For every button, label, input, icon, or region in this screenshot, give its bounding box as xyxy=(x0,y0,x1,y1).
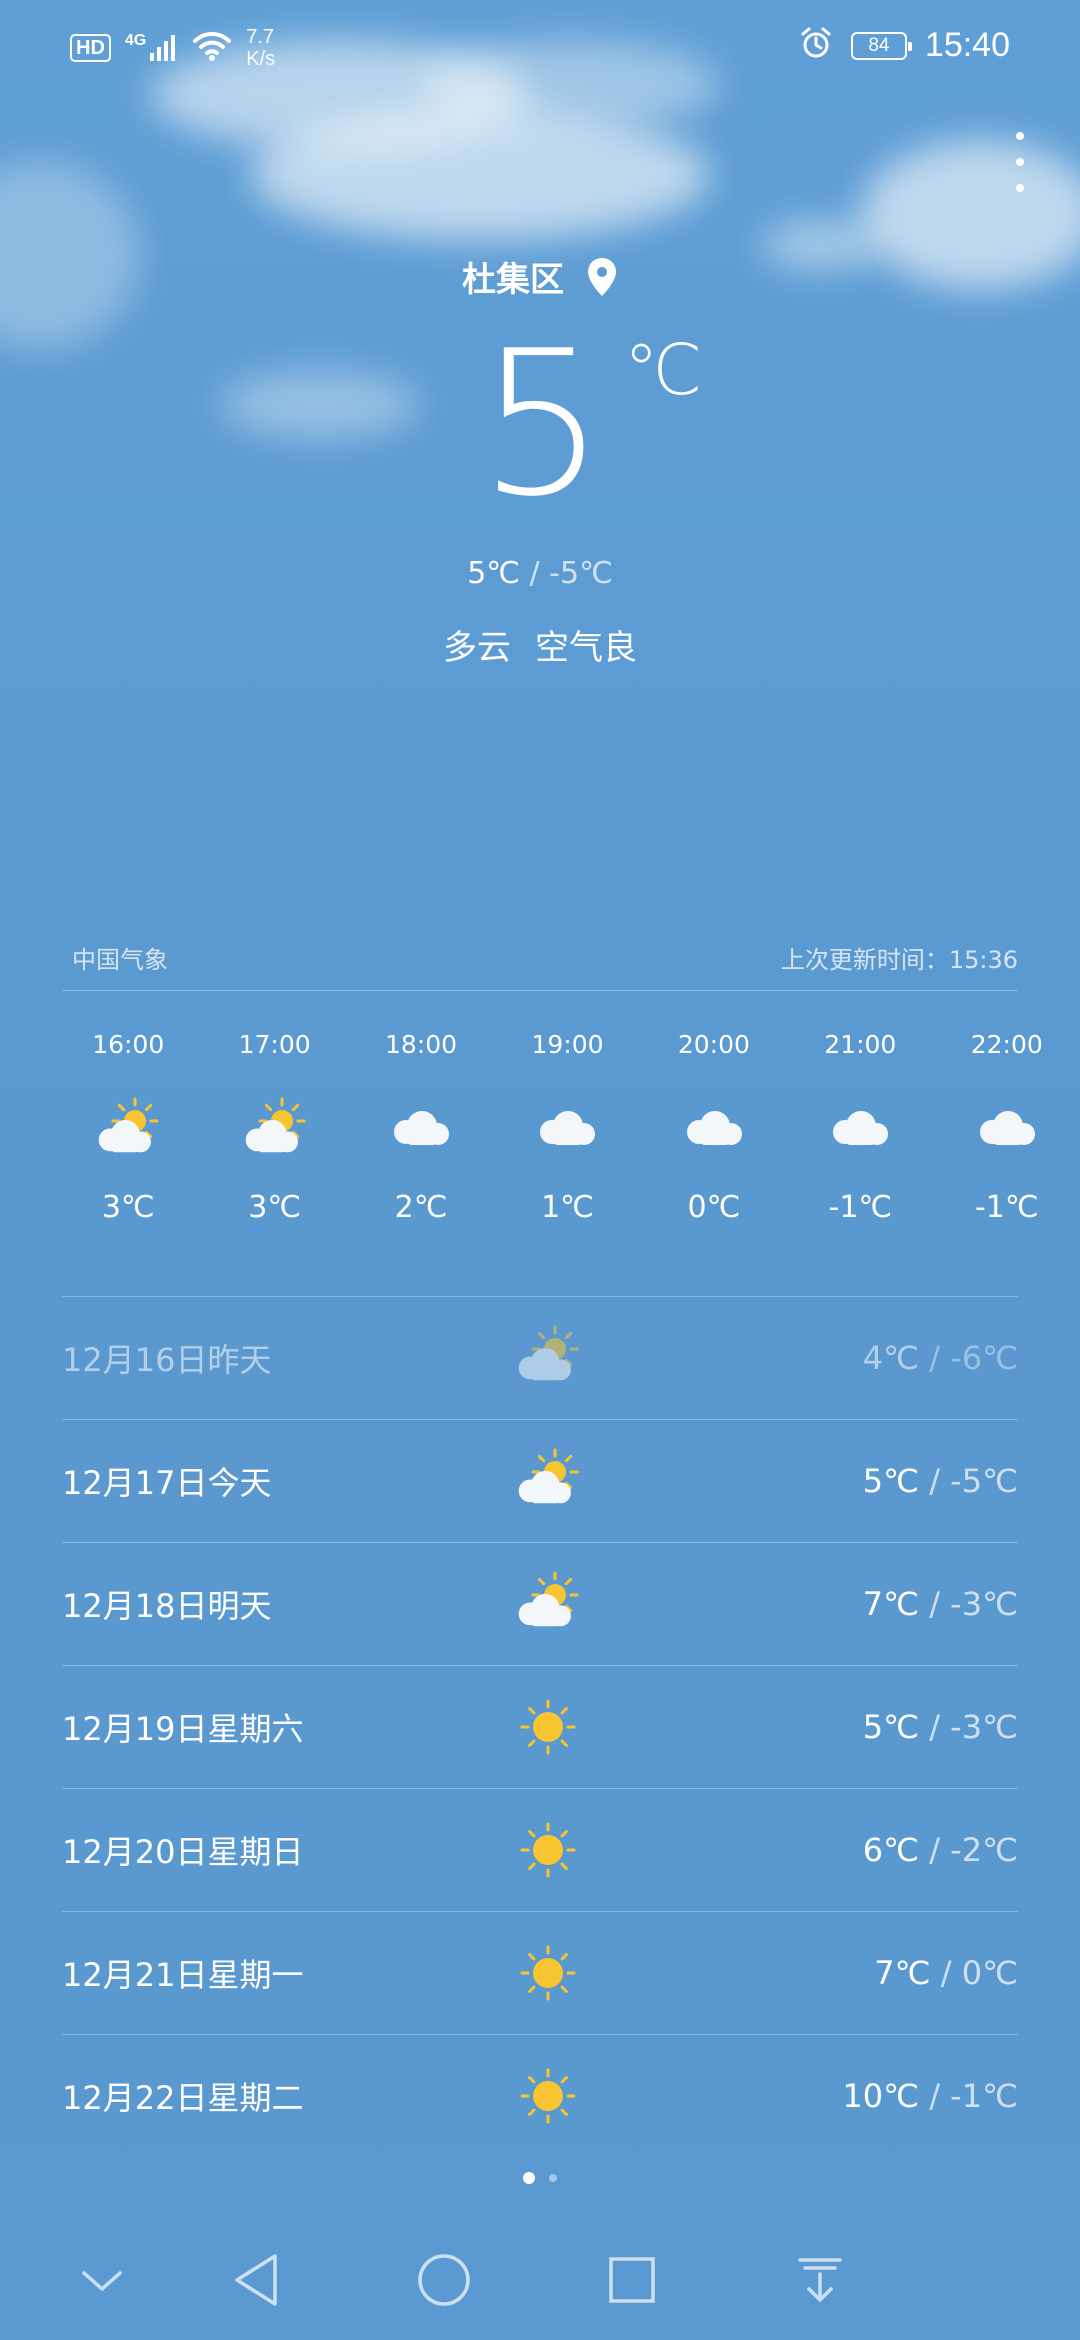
cloud-icon xyxy=(825,1070,895,1190)
sun-icon xyxy=(488,1938,608,2008)
page-dot-active xyxy=(523,2172,535,2184)
day-temp-range: 7℃ / 0℃ xyxy=(874,1953,1018,1992)
day-temp-range: 10℃ / -1℃ xyxy=(842,2076,1018,2115)
partly-cloudy-icon xyxy=(488,1569,608,1639)
hour-temp: 3℃ xyxy=(248,1190,302,1225)
hour-temp: 0℃ xyxy=(687,1190,741,1225)
day-date: 12月22日星期二 xyxy=(62,2078,304,2117)
sun-icon xyxy=(488,2061,608,2131)
current-condition: 多云 空气良 xyxy=(0,620,1080,669)
data-source: 中国气象 xyxy=(72,946,168,974)
hour-item: 21:00 -1℃ xyxy=(787,1030,933,1225)
partly-cloudy-icon xyxy=(488,1323,608,1393)
partly-cloudy-icon xyxy=(488,1446,608,1516)
page-dot xyxy=(549,2174,557,2182)
page-indicator xyxy=(0,2172,1080,2184)
status-time: 15:40 xyxy=(924,26,1010,64)
back-icon[interactable] xyxy=(216,2240,296,2320)
network-speed: 7.7 K/s xyxy=(246,26,276,70)
hour-item: 22:00 -1℃ xyxy=(934,1030,1080,1225)
partly-cloudy-icon xyxy=(240,1070,310,1190)
home-icon[interactable] xyxy=(404,2240,484,2320)
hour-temp: -1℃ xyxy=(974,1190,1039,1225)
day-temp-range: 6℃ / -2℃ xyxy=(862,1830,1018,1869)
air-quality[interactable]: 空气良 xyxy=(535,628,637,668)
battery-indicator: 84 xyxy=(850,31,912,60)
hourly-forecast[interactable]: 16:00 3℃ 17:00 3℃ 18:00 2℃ 19:00 1℃ 20:00 0℃… xyxy=(55,1030,1080,1225)
today-range: 5℃ / -5℃ xyxy=(467,556,613,591)
hour-item: 19:00 1℃ xyxy=(494,1030,640,1225)
hour-item: 18:00 2℃ xyxy=(348,1030,494,1225)
daily-row[interactable]: 12月16日昨天 4℃ / -6℃ xyxy=(62,1296,1018,1419)
day-date: 12月20日星期日 xyxy=(62,1832,304,1871)
daily-row[interactable]: 12月20日星期日 6℃ / -2℃ xyxy=(62,1788,1018,1911)
temp-unit: ℃ xyxy=(623,329,703,411)
hour-time: 19:00 xyxy=(531,1030,604,1059)
more-options-icon[interactable] xyxy=(1010,132,1030,192)
sun-icon xyxy=(488,1815,608,1885)
current-temperature: 5 ℃ xyxy=(478,308,703,541)
day-date: 12月16日昨天 xyxy=(62,1340,272,1379)
hour-temp: -1℃ xyxy=(828,1190,893,1225)
day-temp-range: 4℃ / -6℃ xyxy=(862,1338,1018,1377)
location-pin-icon xyxy=(586,256,618,307)
cell-signal-icon: 4G xyxy=(125,33,178,63)
location-title[interactable]: 杜集区 xyxy=(0,252,1080,307)
hour-time: 21:00 xyxy=(824,1030,897,1059)
hour-time: 20:00 xyxy=(677,1030,750,1059)
daily-row[interactable]: 12月18日明天 7℃ / -3℃ xyxy=(62,1542,1018,1665)
cloud-icon xyxy=(679,1070,749,1190)
daily-row[interactable]: 12月21日星期一 7℃ / 0℃ xyxy=(62,1911,1018,2034)
hour-item: 16:00 3℃ xyxy=(55,1030,201,1225)
recents-icon[interactable] xyxy=(592,2240,672,2320)
notification-pull-icon[interactable] xyxy=(780,2240,860,2320)
system-navigation-bar xyxy=(0,2240,1080,2340)
hour-time: 17:00 xyxy=(238,1030,311,1059)
daily-row[interactable]: 12月22日星期二 10℃ / -1℃ xyxy=(62,2034,1018,2157)
sun-icon xyxy=(488,1692,608,1762)
hour-item: 20:00 0℃ xyxy=(641,1030,787,1225)
partly-cloudy-icon xyxy=(93,1070,163,1190)
wifi-icon xyxy=(192,31,232,66)
hour-time: 18:00 xyxy=(385,1030,458,1059)
day-date: 12月17日今天 xyxy=(62,1463,272,1502)
daily-row[interactable]: 12月19日星期六 5℃ / -3℃ xyxy=(62,1665,1018,1788)
hour-time: 22:00 xyxy=(970,1030,1043,1059)
hour-time: 16:00 xyxy=(92,1030,165,1059)
divider xyxy=(62,990,1018,991)
weather-condition: 多云 xyxy=(443,628,511,668)
cloud-icon xyxy=(532,1070,602,1190)
status-bar: HD 4G 7.7 K/s 84 15:40 xyxy=(0,0,1080,92)
daily-row[interactable]: 12月17日今天 5℃ / -5℃ xyxy=(62,1419,1018,1542)
cloud-icon xyxy=(972,1070,1042,1190)
day-date: 12月21日星期一 xyxy=(62,1955,304,1994)
collapse-icon[interactable] xyxy=(62,2240,142,2320)
alarm-icon xyxy=(799,26,833,65)
hd-indicator: HD xyxy=(70,34,111,62)
last-updated: 上次更新时间：15:36 xyxy=(780,946,1018,974)
day-temp-range: 7℃ / -3℃ xyxy=(862,1584,1018,1623)
day-temp-range: 5℃ / -5℃ xyxy=(862,1461,1018,1500)
day-date: 12月19日星期六 xyxy=(62,1709,304,1748)
hour-item: 17:00 3℃ xyxy=(201,1030,347,1225)
hour-temp: 1℃ xyxy=(541,1190,594,1225)
day-date: 12月18日明天 xyxy=(62,1586,272,1625)
hour-temp: 2℃ xyxy=(394,1190,448,1225)
hour-temp: 3℃ xyxy=(101,1190,155,1225)
day-temp-range: 5℃ / -3℃ xyxy=(862,1707,1018,1746)
cloud-icon xyxy=(386,1070,456,1190)
